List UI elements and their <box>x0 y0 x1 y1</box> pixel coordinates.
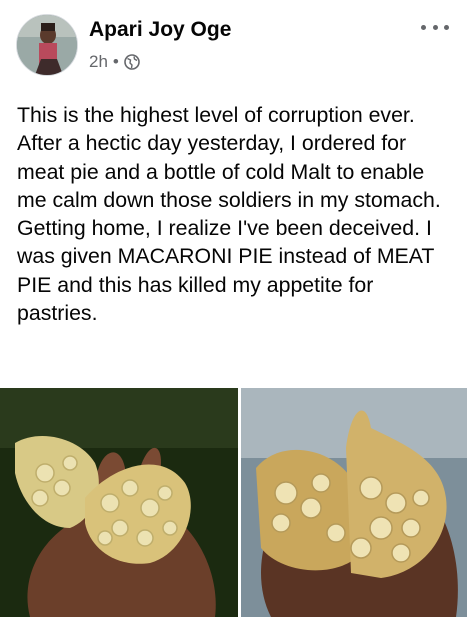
more-dot <box>432 24 438 30</box>
macaroni-pie-image <box>0 388 238 617</box>
author-avatar[interactable] <box>16 14 78 76</box>
more-dot <box>421 24 426 30</box>
broken-macaroni-pie-image <box>241 388 467 617</box>
photo-grid <box>0 388 467 617</box>
post-time[interactable]: 2h <box>89 52 108 72</box>
post-header: Apari Joy Oge 2h • <box>0 0 467 95</box>
more-options-icon[interactable] <box>421 20 449 34</box>
post-meta: 2h • <box>89 52 140 72</box>
photo-left[interactable] <box>0 388 238 617</box>
meta-separator: • <box>112 52 119 71</box>
avatar-image <box>17 15 77 75</box>
globe-icon[interactable] <box>124 54 140 70</box>
author-name[interactable]: Apari Joy Oge <box>89 18 231 42</box>
more-dot <box>444 24 449 30</box>
photo-right[interactable] <box>241 388 467 617</box>
post-text: This is the highest level of corruption … <box>17 103 441 326</box>
